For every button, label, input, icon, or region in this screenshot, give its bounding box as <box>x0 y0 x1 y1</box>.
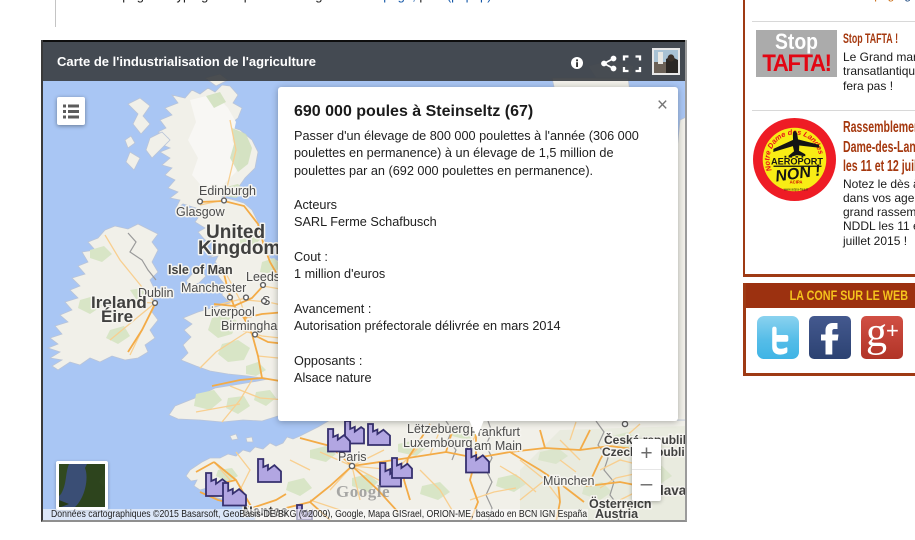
svg-text:www.acipa-free.fr: www.acipa-free.fr <box>784 188 810 192</box>
svg-text:ACIPA: ACIPA <box>790 180 803 185</box>
